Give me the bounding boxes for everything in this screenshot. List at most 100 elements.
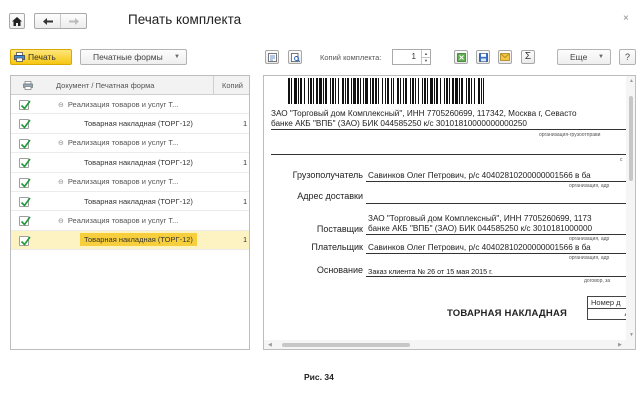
row-checkbox[interactable] [19,216,31,227]
excel-button[interactable] [454,50,468,64]
barcode-bar [370,78,371,104]
collapse-icon[interactable]: ⊖ [58,179,64,186]
print-button[interactable]: Печать [10,49,72,65]
preview-button[interactable] [288,50,302,64]
tree-row-print-form[interactable]: Товарная накладная (ТОРГ-12) 1 [11,153,249,173]
basis-label: Основание [316,265,363,275]
barcode-bar [410,78,411,104]
close-button[interactable]: × [623,13,629,24]
barcode-bar [468,78,470,104]
tree-row-document[interactable]: ⊖ Реализация товаров и услуг Т... [11,134,249,154]
barcode-bar [481,78,482,104]
barcode-bar [391,78,392,104]
barcode-bar [446,78,448,104]
horizontal-scroll-thumb[interactable] [282,343,410,347]
column-document[interactable]: Документ / Печатная форма [56,81,154,90]
save-icon [478,52,488,62]
barcode-bar [316,78,318,104]
print-forms-dropdown[interactable]: Печатные формы ▼ [80,49,187,65]
column-copies[interactable]: Копий [213,76,243,94]
document-preview[interactable]: ЗАО "Торговый дом Комплексный", ИНН 7705… [263,75,636,350]
barcode-bar [347,78,349,104]
tree-row-document[interactable]: ⊖ Реализация товаров и услуг Т... [11,95,249,115]
row-checkbox[interactable] [19,138,31,149]
home-icon [12,16,22,26]
preview-vertical-scrollbar[interactable]: ▲ ▼ [626,76,635,340]
scroll-down-icon[interactable]: ▼ [629,332,634,338]
barcode-bar [415,78,416,104]
barcode-bar [471,78,472,104]
document-number-value: 4 [588,309,631,320]
barcode-bar [385,78,386,104]
barcode-bar [372,78,374,104]
barcode-bar [298,78,299,104]
forward-button[interactable] [60,14,86,28]
row-checkbox[interactable] [19,119,31,130]
vertical-scroll-thumb[interactable] [629,96,633,181]
barcode-bar [345,78,346,104]
figure-caption: Рис. 34 [304,372,334,382]
barcode-bar [310,78,312,104]
copies-count-value[interactable]: 1 [393,50,421,64]
stepper-down-icon[interactable]: ▼ [422,56,430,65]
home-button[interactable] [9,13,25,29]
barcode-bar [351,78,352,104]
help-button[interactable]: ? [619,49,636,65]
copies-cell[interactable]: 1 [243,119,247,128]
tree-row-document[interactable]: ⊖ Реализация товаров и услуг Т... [11,211,249,231]
copies-cell[interactable]: 1 [243,158,247,167]
barcode-image [288,78,484,104]
preview-icon [290,52,300,62]
row-checkbox[interactable] [19,177,31,188]
scroll-right-icon[interactable]: ▶ [618,342,622,348]
barcode-bar [375,78,377,104]
collapse-icon[interactable]: ⊖ [58,218,64,225]
supplier-line-2: банке АКБ "ВПБ" (ЗАО) БИК 044585250 к/с … [368,224,593,233]
document-number-header: Номер д [588,297,631,309]
barcode-bar [335,78,336,104]
consignor-line-1: ЗАО "Торговый дом Комплексный", ИНН 7705… [271,109,577,118]
checkmark-icon [20,119,31,130]
page-setup-icon [267,52,277,62]
row-checkbox[interactable] [19,196,31,207]
email-button[interactable] [498,50,512,64]
scroll-left-icon[interactable]: ◀ [268,342,272,348]
barcode-bar [449,78,450,104]
copies-cell[interactable]: 1 [243,197,247,206]
payer-caption: организация, адр [569,255,610,261]
more-menu-button[interactable]: Еще ▼ [557,49,611,65]
tree-row-print-form[interactable]: Товарная накладная (ТОРГ-12) 1 [11,192,249,212]
tree-row-print-form[interactable]: Товарная накладная (ТОРГ-12) 1 [11,230,249,251]
barcode-bar [291,78,292,104]
collapse-icon[interactable]: ⊖ [58,140,64,147]
tree-row-document[interactable]: ⊖ Реализация товаров и услуг Т... [11,173,249,192]
copies-count-stepper[interactable]: 1 ▲ ▼ [392,49,431,65]
barcode-bar [304,78,305,104]
save-button[interactable] [476,50,490,64]
consignor-caption: организация-грузоотправи [539,132,601,138]
checkmark-icon [20,216,31,227]
scroll-up-icon[interactable]: ▲ [629,78,634,84]
checkmark-icon [20,197,31,207]
page-setup-button[interactable] [265,50,279,64]
barcode-bar [466,78,467,104]
barcode-bar [400,78,401,104]
consignee-caption: организация, адр [569,183,610,189]
copies-cell[interactable]: 1 [243,235,247,244]
barcode-bar [434,78,435,104]
barcode-bar [360,78,361,104]
barcode-bar [342,78,344,104]
basis-caption: договор, за [584,278,611,284]
preview-horizontal-scrollbar[interactable]: ◀ ▶ [264,340,635,349]
barcode-bar [323,78,324,104]
consignee-label: Грузополучатель [292,170,363,180]
sum-button[interactable]: Σ [521,50,535,64]
tree-row-print-form[interactable]: Товарная накладная (ТОРГ-12) 1 [11,114,249,134]
payer-value: Савинков Олег Петрович, р/с 404028102000… [368,243,591,252]
collapse-icon[interactable]: ⊖ [58,102,64,109]
checkmark-icon [20,139,31,149]
row-checkbox[interactable] [19,235,31,246]
back-button[interactable] [35,14,60,28]
row-checkbox[interactable] [19,158,31,169]
row-checkbox[interactable] [19,100,31,110]
